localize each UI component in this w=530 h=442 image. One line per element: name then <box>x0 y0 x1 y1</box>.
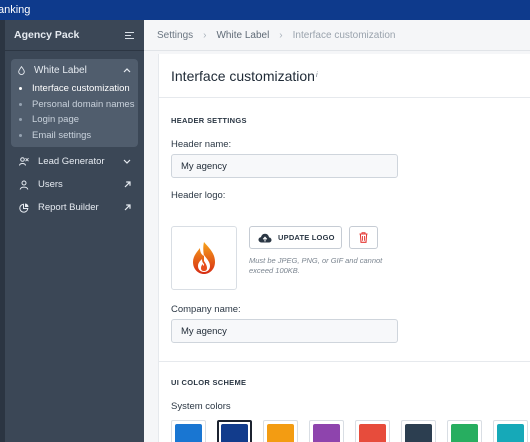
breadcrumb-white-label[interactable]: White Label <box>216 30 269 41</box>
chevron-down-icon <box>123 159 131 164</box>
bullet-icon <box>19 118 22 122</box>
sidebar: Agency Pack White Label Interface custom… <box>5 20 144 442</box>
color-swatch[interactable] <box>401 420 436 442</box>
color-swatch-fill <box>221 424 248 442</box>
color-swatch[interactable] <box>355 420 390 442</box>
color-swatch-fill <box>451 424 478 442</box>
external-arrow-icon <box>124 204 131 211</box>
sidebar-item-label: White Label <box>34 64 87 76</box>
sidebar-title: Agency Pack <box>14 29 80 41</box>
user-icon <box>19 180 29 190</box>
sidebar-item-white-label[interactable]: White Label <box>11 59 138 81</box>
update-logo-label: UPDATE LOGO <box>278 233 335 242</box>
color-swatch[interactable] <box>309 420 344 442</box>
sidebar-item-lead-generator[interactable]: Lead Generator <box>5 150 144 173</box>
header-name-label: Header name: <box>171 139 232 150</box>
bullet-icon <box>19 102 22 106</box>
company-name-label: Company name: <box>171 304 241 315</box>
chevron-up-icon <box>123 67 131 72</box>
color-swatch[interactable] <box>263 420 298 442</box>
main-area: Settings › White Label › Interface custo… <box>144 20 530 442</box>
color-swatch[interactable] <box>217 420 252 442</box>
logo-preview <box>171 226 237 290</box>
app-title: anking <box>0 4 31 16</box>
collapse-menu-icon[interactable] <box>125 31 134 39</box>
bullet-icon <box>19 87 22 91</box>
color-swatch-fill <box>405 424 432 442</box>
color-swatch-fill <box>359 424 386 442</box>
sidebar-subitem-email-settings[interactable]: Email settings <box>11 128 138 144</box>
delete-logo-button[interactable] <box>349 226 378 249</box>
color-swatch-fill <box>267 424 294 442</box>
header-name-value: My agency <box>181 160 227 172</box>
top-bar: anking <box>0 0 530 20</box>
logo-hint-text: Must be JPEG, PNG, or GIF and cannot exc… <box>249 256 383 275</box>
section-title-ui-color-scheme: UI COLOR SCHEME <box>171 378 247 387</box>
breadcrumb-current: Interface customization <box>292 29 396 41</box>
color-swatch-list <box>171 420 530 442</box>
page-title-text: Interface customization <box>171 67 315 84</box>
header-logo-label: Header logo: <box>171 190 226 201</box>
color-swatch[interactable] <box>447 420 482 442</box>
pie-chart-icon <box>19 203 29 213</box>
update-logo-button[interactable]: UPDATE LOGO <box>249 226 342 249</box>
company-name-input[interactable]: My agency <box>171 319 398 343</box>
sidebar-subitem-label: Email settings <box>32 129 92 141</box>
trash-icon <box>359 232 368 243</box>
sidebar-item-label: Users <box>38 179 63 190</box>
page-title: Interface customization i <box>159 54 530 98</box>
breadcrumb: Settings › White Label › Interface custo… <box>144 20 530 51</box>
sidebar-item-report-builder[interactable]: Report Builder <box>5 196 144 219</box>
bullet-icon <box>19 133 22 137</box>
sidebar-subitem-personal-domain-names[interactable]: Personal domain names <box>11 97 138 113</box>
color-swatch[interactable] <box>171 420 206 442</box>
sidebar-item-users[interactable]: Users <box>5 173 144 196</box>
section-divider <box>159 361 530 362</box>
chevron-right-icon: › <box>279 29 283 41</box>
header-name-input[interactable]: My agency <box>171 154 398 178</box>
info-icon[interactable]: i <box>316 72 318 79</box>
color-swatch[interactable] <box>493 420 528 442</box>
sidebar-item-label: Report Builder <box>38 202 99 213</box>
system-colors-label: System colors <box>171 401 231 412</box>
sidebar-subitem-login-page[interactable]: Login page <box>11 112 138 128</box>
sidebar-divider <box>5 50 144 51</box>
chevron-right-icon: › <box>203 29 207 41</box>
people-icon <box>19 157 29 167</box>
section-title-header-settings: HEADER SETTINGS <box>171 116 247 125</box>
breadcrumb-settings[interactable]: Settings <box>157 30 193 41</box>
sidebar-subitem-label: Login page <box>32 114 80 126</box>
drop-icon <box>18 65 25 75</box>
settings-card: Interface customization i HEADER SETTINGS… <box>158 54 530 442</box>
sidebar-subitem-interface-customization[interactable]: Interface customization <box>11 81 138 97</box>
color-swatch-fill <box>175 424 202 442</box>
sidebar-subitem-label: Interface customization <box>32 83 130 95</box>
color-swatch-fill <box>497 424 524 442</box>
flame-logo-icon <box>193 242 215 274</box>
company-name-value: My agency <box>181 325 227 337</box>
sidebar-subitem-label: Personal domain names <box>32 98 135 110</box>
external-arrow-icon <box>124 181 131 188</box>
cloud-upload-icon <box>258 233 272 242</box>
sidebar-header: Agency Pack <box>5 20 144 50</box>
color-swatch-fill <box>313 424 340 442</box>
sidebar-item-label: Lead Generator <box>38 156 105 167</box>
sidebar-group-white-label: White Label Interface customization Pers… <box>11 59 138 147</box>
